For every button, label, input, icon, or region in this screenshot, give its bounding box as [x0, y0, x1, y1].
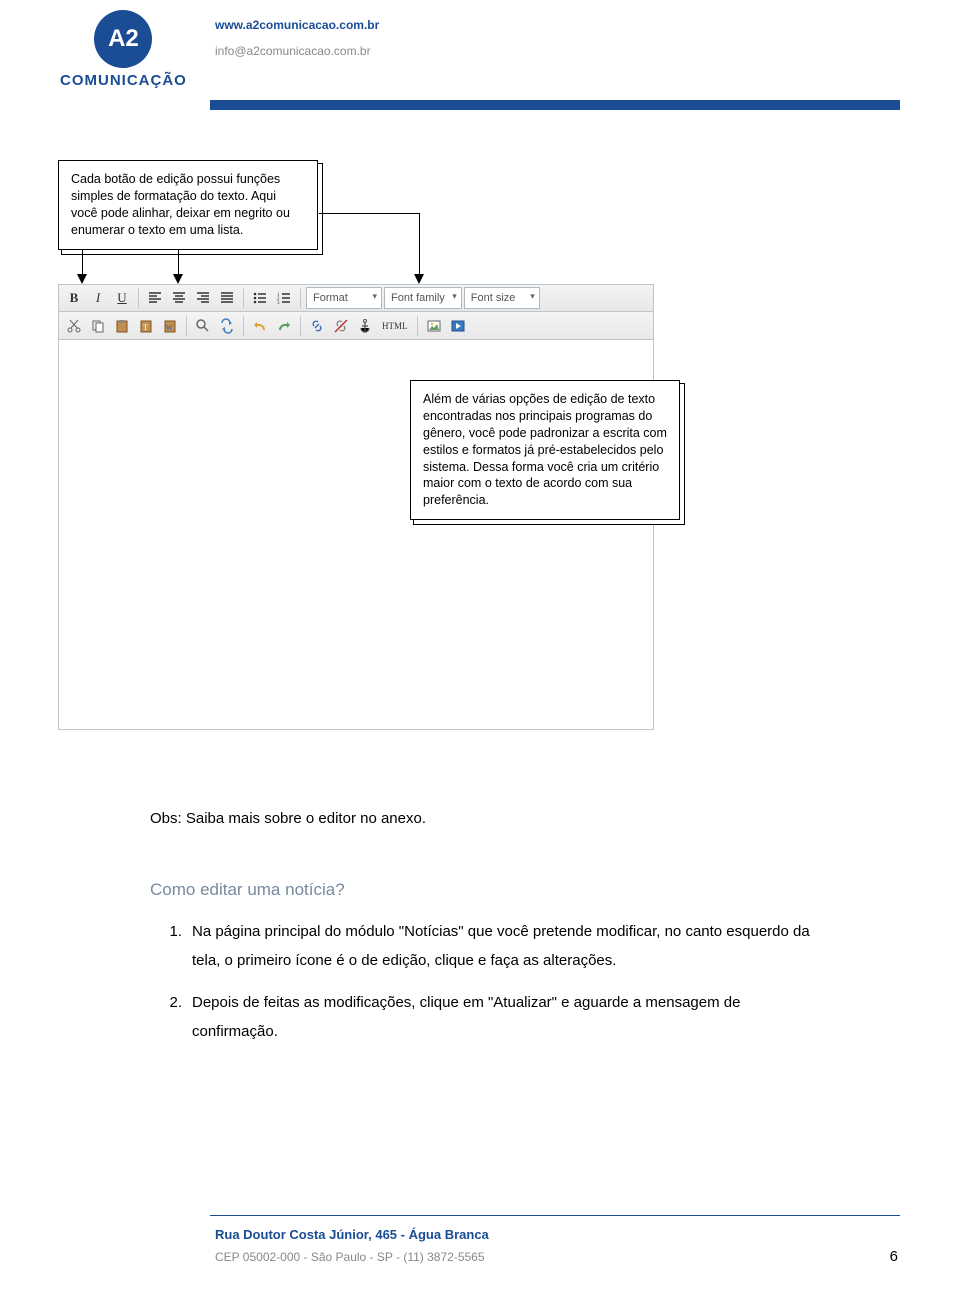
footer-address-2: CEP 05002-000 - São Paulo - SP - (11) 38…	[215, 1250, 489, 1264]
bullet-list-icon	[252, 290, 268, 306]
align-justify-icon	[219, 290, 235, 306]
header-url: www.a2comunicacao.com.br	[215, 18, 379, 32]
separator	[417, 316, 418, 336]
header-urls: www.a2comunicacao.com.br info@a2comunica…	[215, 18, 379, 70]
undo-button[interactable]	[249, 315, 271, 337]
section-heading: Como editar uma notícia?	[150, 880, 810, 900]
obs-text: Obs: Saiba mais sobre o editor no anexo.	[150, 810, 810, 827]
arrow-head-icon	[173, 274, 183, 284]
paste-icon	[114, 318, 130, 334]
svg-text:3: 3	[277, 301, 280, 306]
separator	[300, 316, 301, 336]
cut-button[interactable]	[63, 315, 85, 337]
numbered-list-icon: 123	[276, 290, 292, 306]
callout-styles: Além de várias opções de edição de texto…	[410, 380, 680, 520]
logo-label: COMUNICAÇÃO	[60, 72, 187, 89]
link-icon	[309, 318, 325, 334]
page-number: 6	[890, 1248, 898, 1265]
copy-button[interactable]	[87, 315, 109, 337]
footer-text: Rua Doutor Costa Júnior, 465 - Água Bran…	[215, 1227, 489, 1264]
separator	[243, 316, 244, 336]
list-number: 1.	[160, 918, 182, 975]
replace-button[interactable]	[216, 315, 238, 337]
separator	[300, 288, 301, 308]
media-icon	[450, 318, 466, 334]
page-header: A2 COMUNICAÇÃO www.a2comunicacao.com.br …	[0, 0, 960, 115]
scissors-icon	[66, 318, 82, 334]
svg-text:T: T	[143, 323, 148, 332]
align-right-button[interactable]	[192, 287, 214, 309]
align-center-icon	[171, 290, 187, 306]
font-family-select[interactable]: Font family	[384, 287, 462, 309]
image-icon	[426, 318, 442, 334]
instruction-list: 1. Na página principal do módulo "Notíci…	[150, 918, 810, 1060]
arrow-line	[178, 250, 179, 276]
list-text: Na página principal do módulo "Notícias"…	[192, 918, 810, 975]
arrow-head-icon	[77, 274, 87, 284]
italic-button[interactable]: I	[87, 287, 109, 309]
separator	[138, 288, 139, 308]
anchor-button[interactable]	[354, 315, 376, 337]
logo-circle: A2	[94, 10, 152, 68]
callout-formatting: Cada botão de edição possui funções simp…	[58, 160, 318, 250]
bold-button[interactable]: B	[63, 287, 85, 309]
search-icon	[195, 318, 211, 334]
footer-rule	[210, 1215, 900, 1216]
header-rule	[210, 100, 900, 110]
toolbar-row-2: T W HTML	[58, 312, 654, 340]
underline-button[interactable]: U	[111, 287, 133, 309]
paste-text-button[interactable]: T	[135, 315, 157, 337]
align-justify-button[interactable]	[216, 287, 238, 309]
align-center-button[interactable]	[168, 287, 190, 309]
redo-icon	[276, 318, 292, 334]
undo-icon	[252, 318, 268, 334]
html-button[interactable]: HTML	[378, 315, 412, 337]
footer-address-1: Rua Doutor Costa Júnior, 465 - Água Bran…	[215, 1227, 489, 1242]
svg-text:W: W	[166, 324, 173, 332]
ordered-list-button[interactable]: 123	[273, 287, 295, 309]
separator	[186, 316, 187, 336]
logo-block: A2 COMUNICAÇÃO	[60, 10, 900, 89]
separator	[243, 288, 244, 308]
font-size-select[interactable]: Font size	[464, 287, 540, 309]
arrow-head-icon	[414, 274, 424, 284]
unlink-button[interactable]	[330, 315, 352, 337]
replace-icon	[219, 318, 235, 334]
anchor-icon	[357, 318, 373, 334]
find-button[interactable]	[192, 315, 214, 337]
paste-button[interactable]	[111, 315, 133, 337]
image-button[interactable]	[423, 315, 445, 337]
arrow-line	[319, 213, 419, 214]
copy-icon	[90, 318, 106, 334]
arrow-line	[419, 213, 420, 276]
align-right-icon	[195, 290, 211, 306]
link-button[interactable]	[306, 315, 328, 337]
header-email: info@a2comunicacao.com.br	[215, 44, 379, 58]
redo-button[interactable]	[273, 315, 295, 337]
paste-word-icon: W	[162, 318, 178, 334]
paste-text-icon: T	[138, 318, 154, 334]
list-number: 2.	[160, 989, 182, 1046]
list-text: Depois de feitas as modificações, clique…	[192, 989, 810, 1046]
list-item: 1. Na página principal do módulo "Notíci…	[160, 918, 810, 975]
unordered-list-button[interactable]	[249, 287, 271, 309]
paste-word-button[interactable]: W	[159, 315, 181, 337]
align-left-icon	[147, 290, 163, 306]
media-button[interactable]	[447, 315, 469, 337]
page-footer: Rua Doutor Costa Júnior, 465 - Água Bran…	[0, 1215, 960, 1293]
unlink-icon	[333, 318, 349, 334]
align-left-button[interactable]	[144, 287, 166, 309]
toolbar-row-1: B I U 123 Format Font family Font size	[58, 284, 654, 312]
list-item: 2. Depois de feitas as modificações, cli…	[160, 989, 810, 1046]
arrow-line	[82, 250, 83, 276]
format-select[interactable]: Format	[306, 287, 382, 309]
